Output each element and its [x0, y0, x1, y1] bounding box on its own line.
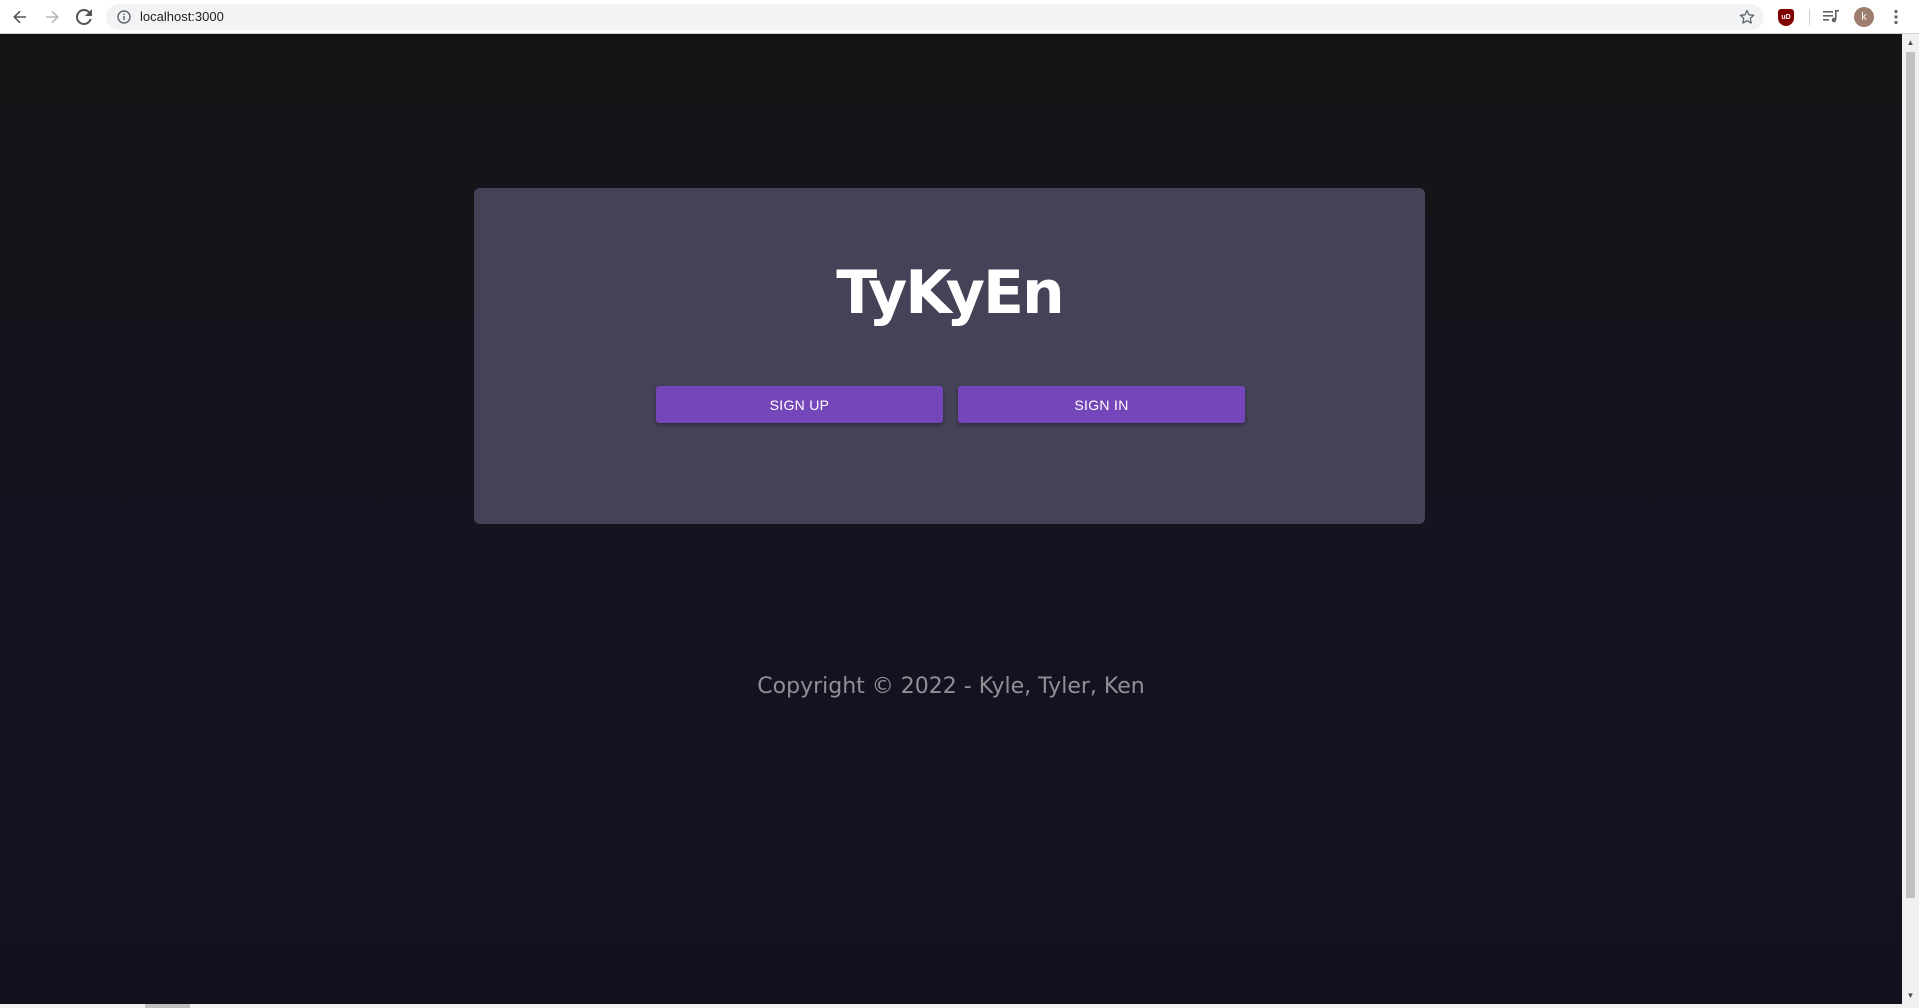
media-queue-icon[interactable] — [1821, 7, 1841, 27]
avatar-initial: k — [1854, 7, 1874, 27]
ublock-extension-icon[interactable]: uD — [1776, 7, 1796, 27]
more-vertical-icon[interactable] — [1886, 7, 1906, 27]
back-arrow-icon[interactable] — [8, 5, 32, 29]
sign-up-button[interactable]: SIGN UP — [656, 386, 943, 423]
welcome-card: TyKyEn SIGN UP SIGN IN — [474, 188, 1425, 524]
vertical-scrollbar[interactable]: ▲ ▼ — [1902, 34, 1919, 1004]
bookmark-star-icon[interactable] — [1738, 8, 1756, 26]
copyright-footer: Copyright © 2022 - Kyle, Tyler, Ken — [757, 674, 1145, 699]
url-text[interactable]: localhost:3000 — [140, 9, 224, 24]
scroll-down-arrow-icon[interactable]: ▼ — [1902, 987, 1919, 1004]
forward-arrow-icon[interactable] — [40, 5, 64, 29]
scrollbar-thumb[interactable] — [1906, 52, 1915, 898]
info-icon[interactable] — [116, 9, 132, 25]
app-title: TyKyEn — [836, 258, 1064, 328]
sign-in-button[interactable]: SIGN IN — [958, 386, 1245, 423]
horizontal-scrollbar[interactable] — [0, 1004, 1919, 1008]
toolbar-divider — [1809, 9, 1810, 25]
ublock-badge: uD — [1778, 8, 1794, 26]
profile-avatar[interactable]: k — [1854, 7, 1874, 27]
horizontal-scrollbar-thumb[interactable] — [145, 1004, 190, 1008]
page-viewport: TyKyEn SIGN UP SIGN IN Copyright © 2022 … — [0, 34, 1902, 1004]
scroll-up-arrow-icon[interactable]: ▲ — [1902, 34, 1919, 51]
browser-toolbar: localhost:3000 uD k — [0, 0, 1919, 34]
address-bar[interactable]: localhost:3000 — [106, 4, 1764, 30]
reload-icon[interactable] — [72, 5, 96, 29]
